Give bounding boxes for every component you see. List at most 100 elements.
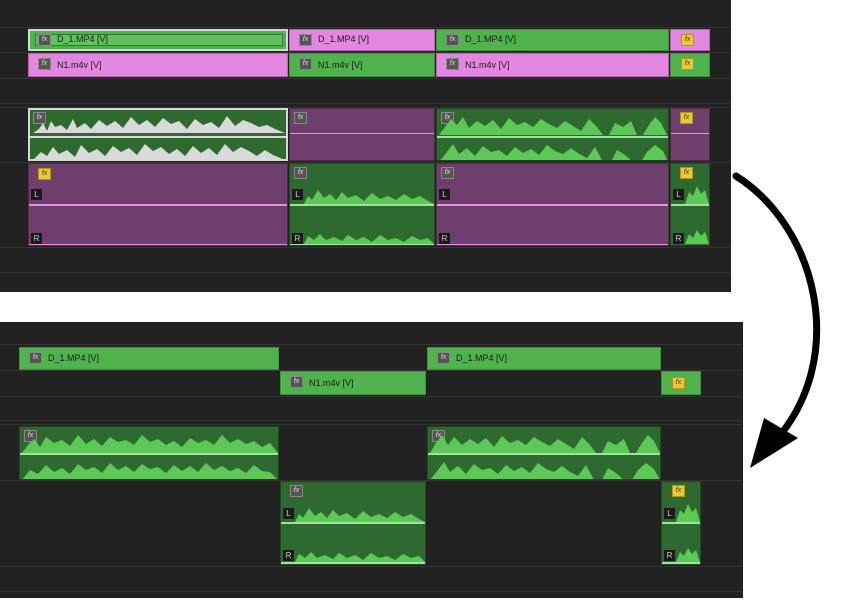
track-divider (0, 396, 743, 397)
fx-icon[interactable]: fx (441, 167, 454, 179)
video-clip-short[interactable]: fx (661, 371, 701, 395)
clip-name: D_1.MP4 [V] (318, 34, 370, 44)
track-divider (0, 591, 743, 592)
fx-icon[interactable]: fx (38, 34, 51, 46)
video-clip-n1[interactable]: fx N1.m4v [V] (280, 371, 426, 395)
curved-arrow-down-icon (732, 172, 821, 468)
fx-icon[interactable]: fx (680, 167, 693, 179)
channel-divider (662, 522, 700, 524)
audio-clip[interactable]: fx (427, 426, 661, 480)
waveform (676, 504, 700, 522)
audio-clip[interactable]: fx (28, 108, 288, 161)
audio-clip-lr[interactable]: fx L R (28, 163, 288, 246)
channel-label-left: L (439, 189, 450, 200)
channel-divider (281, 562, 425, 564)
fx-icon[interactable]: fx (294, 167, 307, 179)
clip-name: D_1.MP4 [V] (48, 353, 100, 363)
clip-name: D_1.MP4 [V] (57, 34, 109, 44)
video-clip-short[interactable]: fx (670, 29, 710, 51)
channel-divider (20, 453, 278, 455)
fx-icon[interactable]: fx (681, 58, 694, 70)
channel-divider (20, 479, 278, 480)
video-clip-d1[interactable]: fx D_1.MP4 [V] (427, 347, 661, 370)
clip-name: N1.m4v [V] (465, 60, 510, 70)
timeline-after-panel: fx D_1.MP4 [V] fx D_1.MP4 [V] fx N1.m4v … (0, 322, 743, 598)
fx-icon[interactable]: fx (680, 112, 693, 124)
video-clip-n1[interactable]: fx N1.m4v [V] (289, 53, 435, 77)
audio-clip-short[interactable]: fx (670, 108, 710, 161)
channel-divider (662, 562, 700, 564)
channel-divider (437, 244, 668, 245)
audio-clip-lr-short[interactable]: fx L R (661, 481, 701, 565)
channel-divider (281, 522, 425, 524)
fx-icon[interactable]: fx (38, 58, 51, 70)
clip-name: N1.m4v [V] (309, 378, 354, 388)
clip-name: N1.m4v [V] (57, 60, 102, 70)
audio-clip[interactable]: fx (19, 426, 279, 480)
video-clip-d1[interactable]: fx D_1.MP4 [V] (436, 29, 669, 51)
waveform (685, 230, 709, 244)
fx-icon[interactable]: fx (290, 376, 303, 388)
fx-icon[interactable]: fx (672, 377, 685, 389)
fx-icon[interactable]: fx (437, 352, 450, 364)
fx-icon[interactable]: fx (672, 485, 685, 497)
track-divider (0, 27, 731, 28)
track-divider (0, 420, 743, 421)
audio-clip-lr[interactable]: fx L R (280, 481, 426, 565)
waveform (33, 116, 285, 133)
fx-icon[interactable]: fx (446, 58, 459, 70)
video-clip-d1[interactable]: fx D_1.MP4 [V] (28, 29, 288, 51)
track-divider (0, 566, 743, 567)
channel-label-right: R (31, 233, 42, 244)
fx-icon[interactable]: fx (681, 34, 694, 46)
timeline-before-panel: fx D_1.MP4 [V] fx D_1.MP4 [V] fx D_1.MP4… (0, 0, 731, 292)
channel-divider (671, 204, 709, 206)
waveform (430, 435, 660, 453)
audio-clip-lr[interactable]: fx L R (289, 163, 435, 246)
fx-icon[interactable]: fx (290, 485, 303, 497)
clip-name: D_1.MP4 [V] (465, 34, 517, 44)
waveform (295, 552, 425, 562)
waveform (676, 548, 700, 562)
video-clip-d1[interactable]: fx D_1.MP4 [V] (289, 29, 435, 51)
fx-icon[interactable]: fx (294, 112, 307, 124)
audio-clip[interactable]: fx (436, 108, 669, 161)
clip-name: D_1.MP4 [V] (456, 353, 508, 363)
audio-clip[interactable]: fx (289, 108, 435, 161)
channel-divider (437, 204, 668, 206)
fx-icon[interactable]: fx (446, 34, 459, 46)
channel-divider (428, 479, 660, 480)
waveform (304, 190, 434, 204)
fx-icon[interactable]: fx (299, 58, 312, 70)
track-divider (0, 103, 731, 104)
channel-divider (29, 204, 287, 206)
channel-divider (290, 204, 434, 206)
waveform (685, 186, 709, 204)
video-clip-short[interactable]: fx (670, 53, 710, 77)
video-clip-d1[interactable]: fx D_1.MP4 [V] (19, 347, 279, 370)
track-divider (0, 424, 743, 425)
channel-label-left: L (31, 189, 42, 200)
track-divider (0, 78, 731, 79)
audio-clip-lr[interactable]: fx L R (436, 163, 669, 246)
waveform (22, 435, 278, 453)
waveform (33, 144, 285, 160)
fx-icon[interactable]: fx (29, 352, 42, 364)
track-divider (0, 344, 743, 345)
track-divider (0, 272, 731, 273)
channel-divider (290, 244, 434, 245)
channel-label-right: R (439, 233, 450, 244)
fx-icon[interactable]: fx (38, 168, 51, 180)
channel-divider (290, 160, 434, 161)
waveform (440, 144, 668, 160)
clip-name: N1.m4v [V] (318, 60, 363, 70)
channel-divider (29, 244, 287, 245)
audio-clip-lr-short[interactable]: fx L R (670, 163, 710, 246)
track-divider (0, 247, 731, 248)
fx-icon[interactable]: fx (299, 34, 312, 46)
channel-divider (671, 133, 709, 134)
video-clip-n1[interactable]: fx N1.m4v [V] (436, 53, 669, 77)
video-clip-n1[interactable]: fx N1.m4v [V] (28, 53, 288, 77)
waveform (304, 234, 434, 244)
waveform (439, 117, 667, 135)
